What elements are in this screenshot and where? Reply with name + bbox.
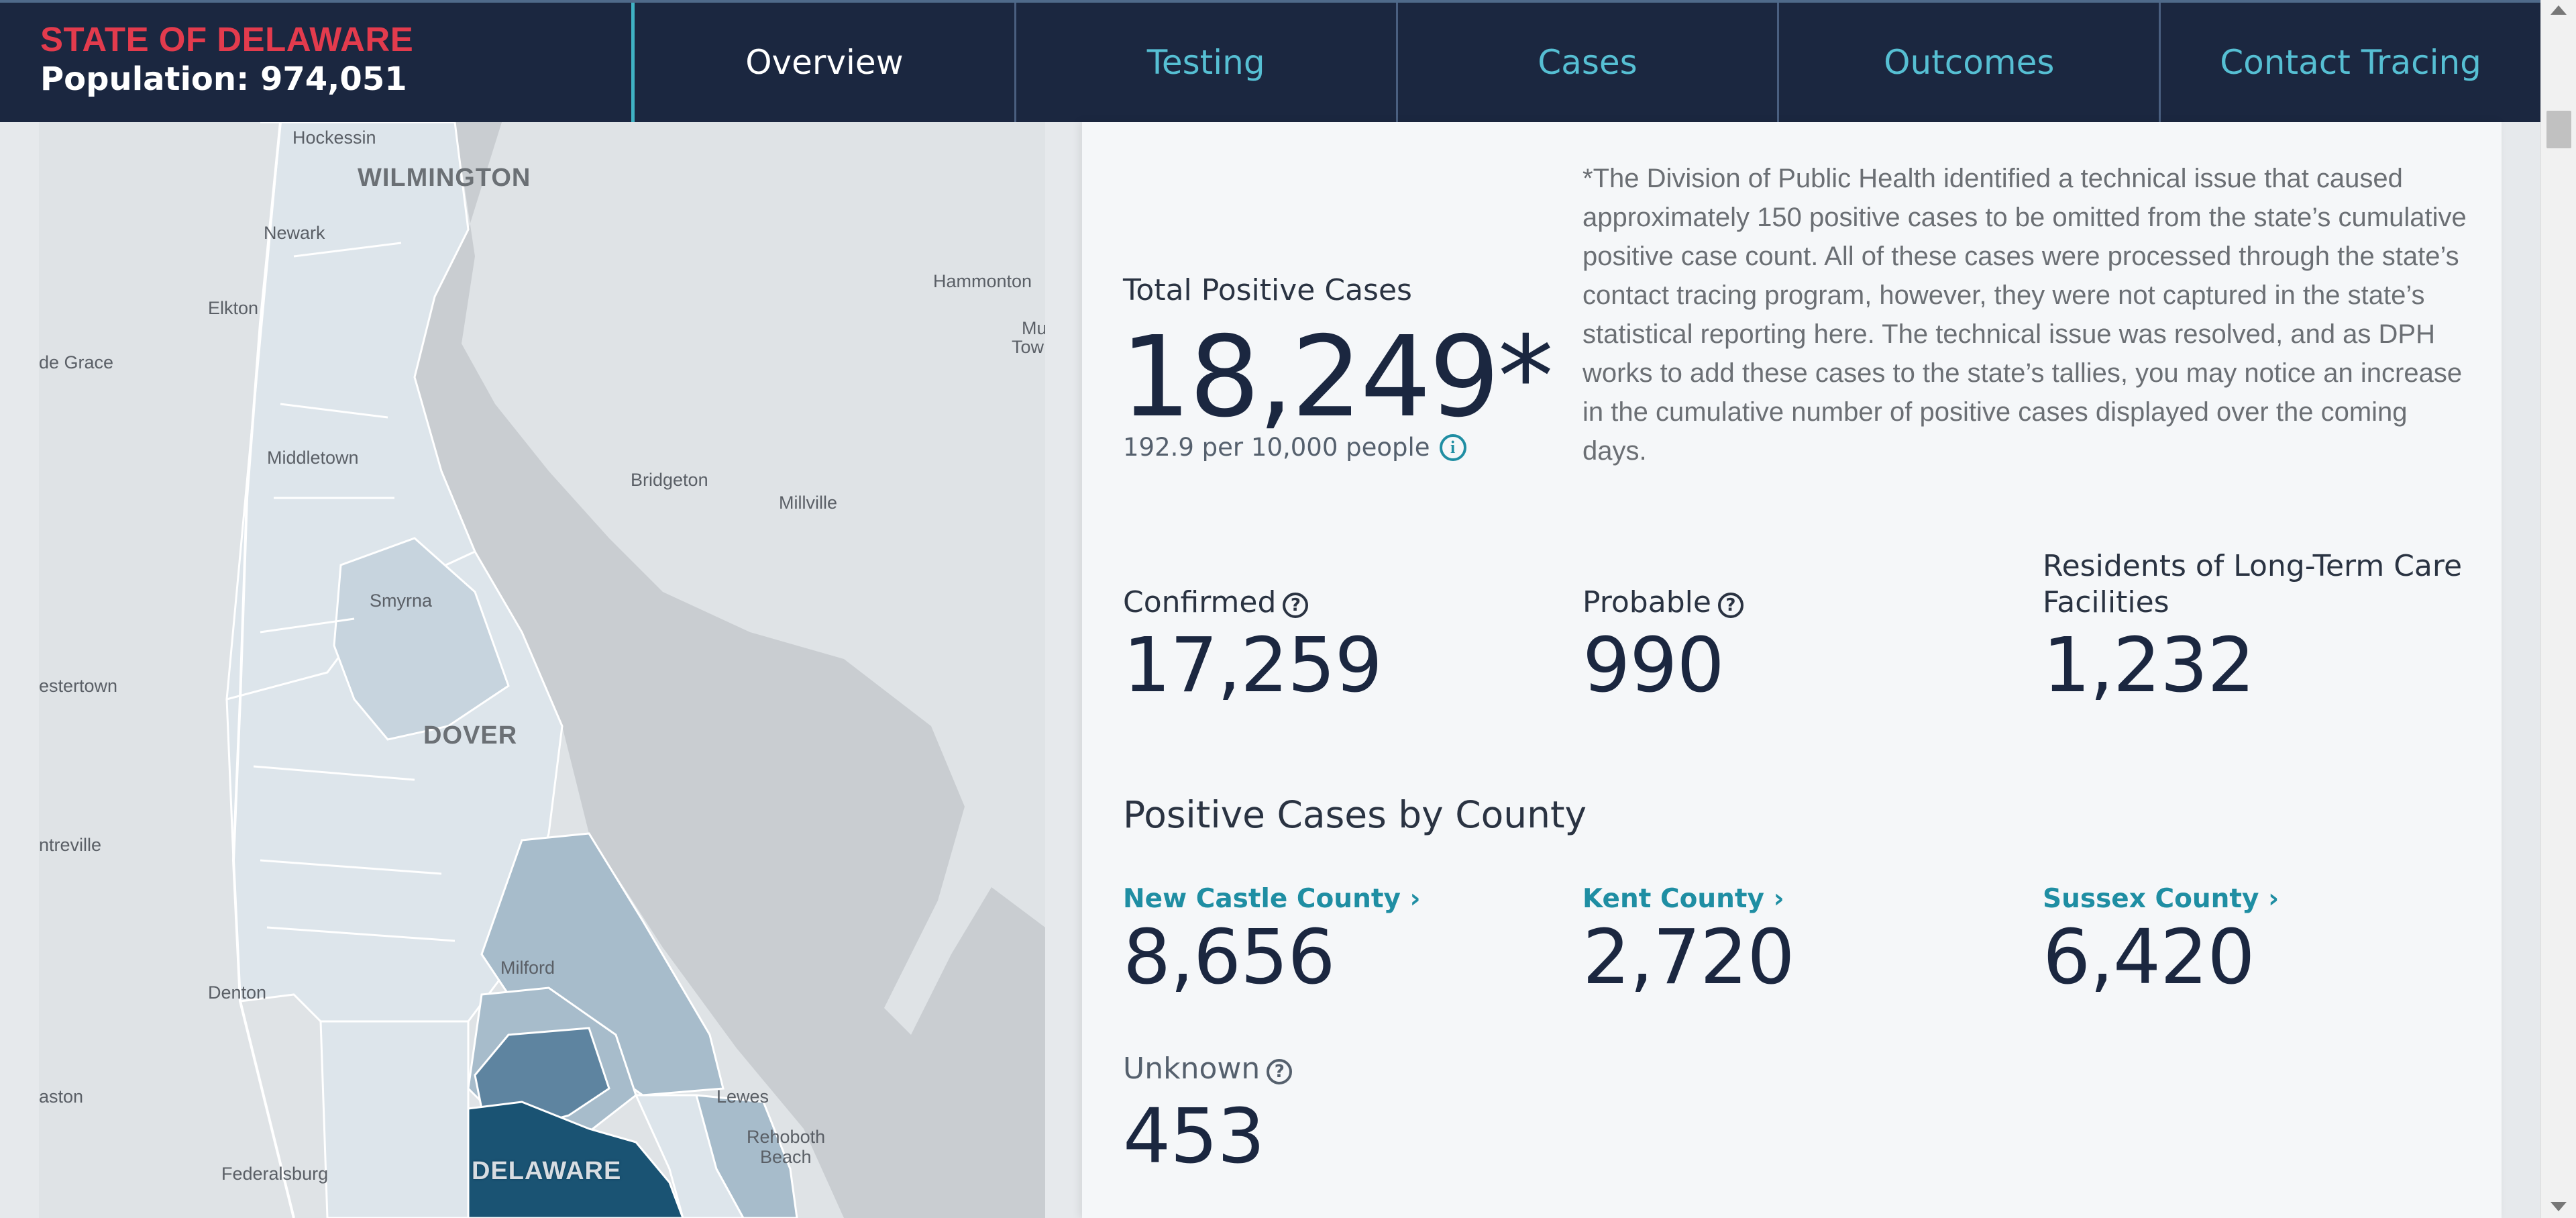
- main-nav: Overview Testing Cases Outcomes Contact …: [635, 3, 2540, 122]
- map-label-beach: Beach: [760, 1147, 812, 1167]
- ltc-label-line1: Residents of Long-Term Care: [2043, 549, 2463, 583]
- map-label-hockessin: Hockessin: [292, 128, 376, 148]
- kent-county-value: 2,720: [1582, 914, 1795, 1001]
- info-icon[interactable]: i: [1439, 434, 1466, 461]
- map-label-dover: DOVER: [423, 721, 518, 750]
- map-label-hammonton: Hammonton: [933, 271, 1032, 291]
- map-label-easton: aston: [39, 1086, 84, 1107]
- confirmed-label: Confirmed: [1123, 585, 1277, 619]
- confirmed-row: Confirmed?: [1123, 585, 1309, 619]
- chevron-right-icon: ›: [1409, 884, 1421, 914]
- map-label-bridgeton: Bridgeton: [631, 470, 708, 490]
- map-label-mu: Mu: [1022, 318, 1045, 338]
- probable-value: 990: [1582, 622, 1725, 709]
- map-label-denton: Denton: [208, 982, 267, 1003]
- sussex-county-link[interactable]: Sussex County ›: [2043, 884, 2279, 914]
- sussex-county-label: Sussex County: [2043, 884, 2259, 914]
- map-label-havre-de-grace: de Grace: [39, 352, 114, 372]
- new-castle-county-link[interactable]: New Castle County ›: [1123, 884, 1421, 914]
- map-label-elkton: Elkton: [208, 298, 259, 318]
- sussex-county-value: 6,420: [2043, 914, 2255, 1001]
- total-positive-label: Total Positive Cases: [1123, 273, 1412, 307]
- stats-card: Total Positive Cases 18,249* 192.9 per 1…: [1082, 122, 2502, 1218]
- confirmed-value: 17,259: [1123, 622, 1383, 709]
- map-label-federalsburg: Federalsburg: [221, 1164, 329, 1184]
- map-label-millville: Millville: [779, 493, 837, 513]
- map-label-wilmington: WILMINGTON: [358, 164, 531, 192]
- map-label-chestertown: estertown: [39, 676, 118, 696]
- unknown-row: Unknown?: [1123, 1052, 1293, 1086]
- map-label-centreville: ntreville: [39, 835, 102, 855]
- probable-label: Probable: [1582, 585, 1711, 619]
- map-label-milford: Milford: [500, 958, 555, 978]
- chevron-right-icon: ›: [2268, 884, 2279, 914]
- population-text: Population: 974,051: [40, 60, 407, 98]
- top-header: STATE OF DELAWARE Population: 974,051 Ov…: [0, 0, 2540, 122]
- per-capita-text: 192.9 per 10,000 people: [1123, 433, 1430, 462]
- page-scrollbar[interactable]: [2540, 0, 2576, 1218]
- map-label-rehoboth: Rehoboth: [747, 1127, 826, 1147]
- tab-cases[interactable]: Cases: [1398, 3, 1780, 122]
- map-label-lewes: Lewes: [716, 1086, 769, 1107]
- new-castle-county-value: 8,656: [1123, 914, 1336, 1001]
- map-label-smyrna: Smyrna: [370, 591, 433, 611]
- map-label-newark: Newark: [264, 223, 325, 243]
- map-label-middletown: Middletown: [267, 448, 359, 468]
- unknown-help-icon[interactable]: ?: [1267, 1059, 1293, 1084]
- kent-county-label: Kent County: [1582, 884, 1764, 914]
- state-title: STATE OF DELAWARE: [40, 20, 414, 58]
- map-label-tow: Tow: [1012, 337, 1044, 357]
- tab-contact-tracing[interactable]: Contact Tracing: [2161, 3, 2540, 122]
- map-canvas[interactable]: [39, 122, 1045, 1218]
- scroll-thumb[interactable]: [2546, 111, 2571, 148]
- total-positive-value: 18,249*: [1120, 313, 1554, 442]
- unknown-label: Unknown: [1123, 1052, 1260, 1086]
- confirmed-help-icon[interactable]: ?: [1283, 593, 1309, 618]
- chevron-right-icon: ›: [1773, 884, 1784, 914]
- scroll-up-arrow-icon[interactable]: [2551, 5, 2567, 15]
- probable-row: Probable?: [1582, 585, 1743, 619]
- sussex-south-light: [319, 1020, 470, 1218]
- new-castle-county-label: New Castle County: [1123, 884, 1401, 914]
- probable-help-icon[interactable]: ?: [1717, 593, 1743, 618]
- brand-block: STATE OF DELAWARE Population: 974,051: [0, 3, 635, 122]
- map-label-delaware: DELAWARE: [472, 1157, 622, 1185]
- county-section-title: Positive Cases by County: [1123, 793, 1587, 836]
- ltc-label-line2: Facilities: [2043, 585, 2169, 619]
- kent-county-link[interactable]: Kent County ›: [1582, 884, 1784, 914]
- unknown-value: 453: [1123, 1093, 1265, 1180]
- ltc-value: 1,232: [2043, 622, 2255, 709]
- per-capita-row: 192.9 per 10,000 people i: [1123, 433, 1466, 462]
- tab-testing[interactable]: Testing: [1016, 3, 1398, 122]
- scroll-down-arrow-icon[interactable]: [2551, 1202, 2567, 1211]
- tab-outcomes[interactable]: Outcomes: [1779, 3, 2161, 122]
- data-correction-note: *The Division of Public Health identifie…: [1582, 164, 2467, 466]
- tab-overview[interactable]: Overview: [635, 3, 1016, 122]
- delaware-map[interactable]: Hockessin WILMINGTON Newark Elkton de Gr…: [39, 122, 1045, 1218]
